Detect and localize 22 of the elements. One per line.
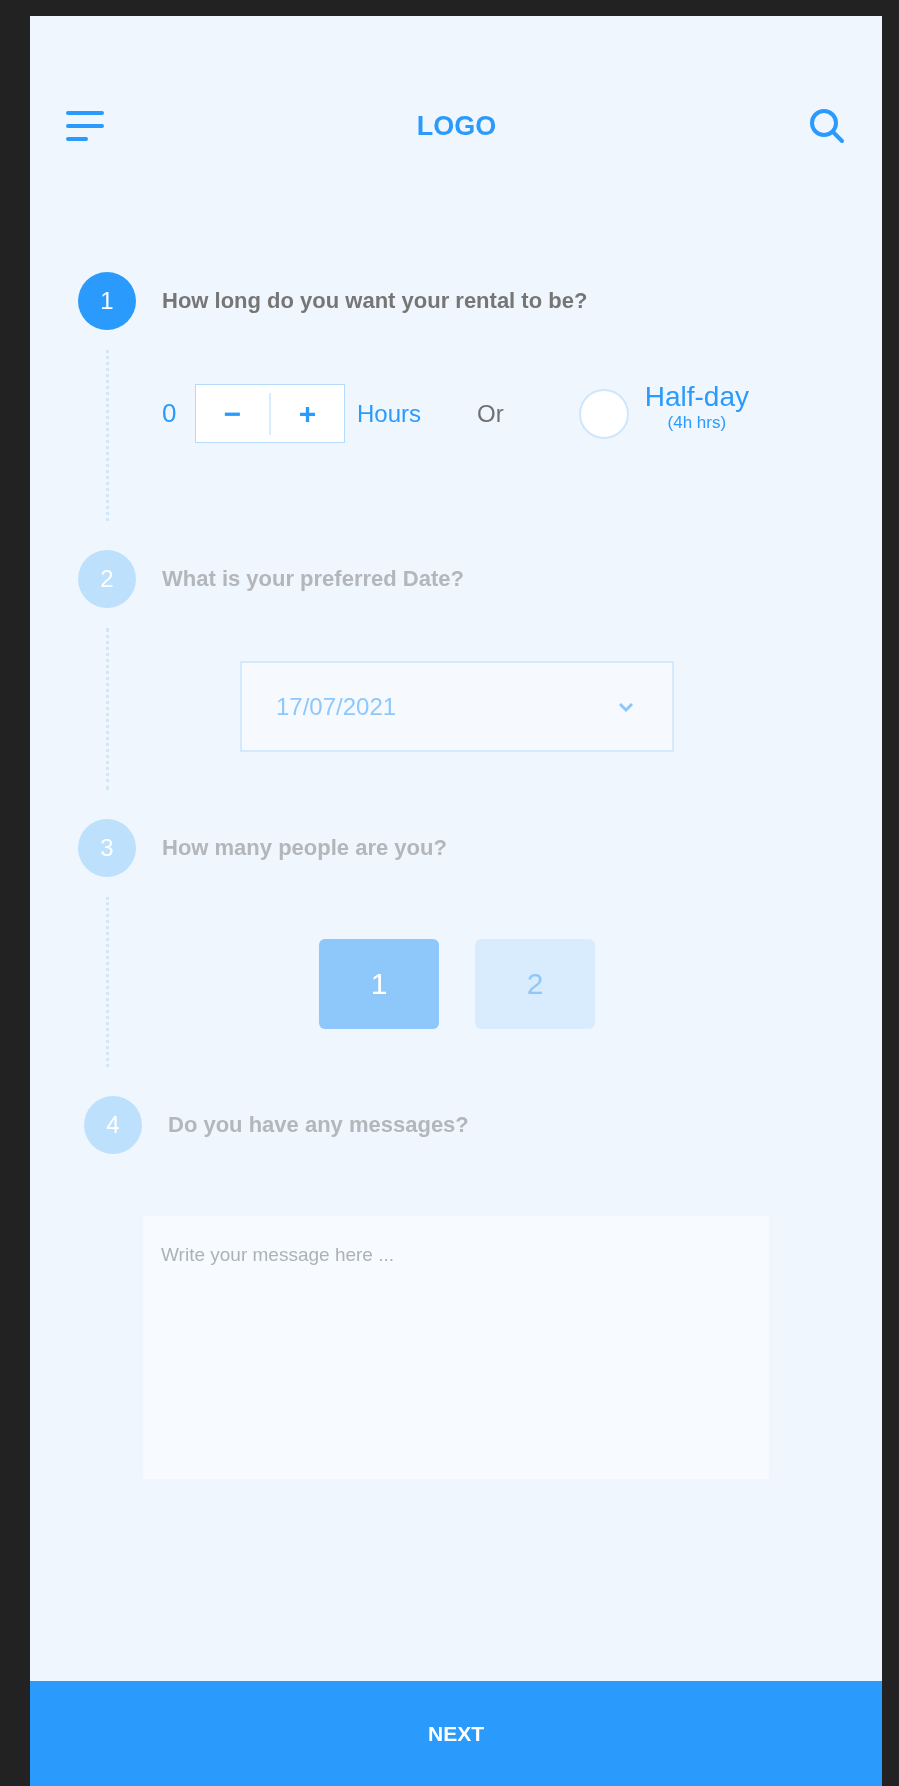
people-option[interactable]: 1: [319, 939, 439, 1029]
step-number: 3: [78, 819, 136, 877]
step-number: 4: [84, 1096, 142, 1154]
step-question: How many people are you?: [162, 834, 448, 862]
next-button[interactable]: NEXT: [30, 1681, 882, 1786]
search-icon[interactable]: [809, 108, 845, 144]
step-number: 1: [78, 272, 136, 330]
message-field[interactable]: Write your message here ...: [143, 1216, 769, 1479]
half-day-label: Half-day: [644, 380, 749, 413]
hours-value: 0: [162, 398, 178, 429]
date-dropdown[interactable]: 17/07/2021: [240, 661, 674, 752]
or-label: Or: [477, 399, 504, 428]
half-day-note: (4h hrs): [667, 412, 727, 433]
logo: LOGO: [416, 110, 497, 142]
step-number: 2: [78, 550, 136, 608]
chevron-down-icon: [618, 701, 634, 712]
step-question: What is your preferred Date?: [162, 565, 465, 593]
step-question: Do you have any messages?: [168, 1111, 470, 1139]
hours-label: Hours: [357, 399, 422, 428]
menu-icon[interactable]: [66, 111, 104, 141]
people-option[interactable]: 2: [475, 939, 595, 1029]
step-question: How long do you want your rental to be?: [162, 287, 589, 315]
